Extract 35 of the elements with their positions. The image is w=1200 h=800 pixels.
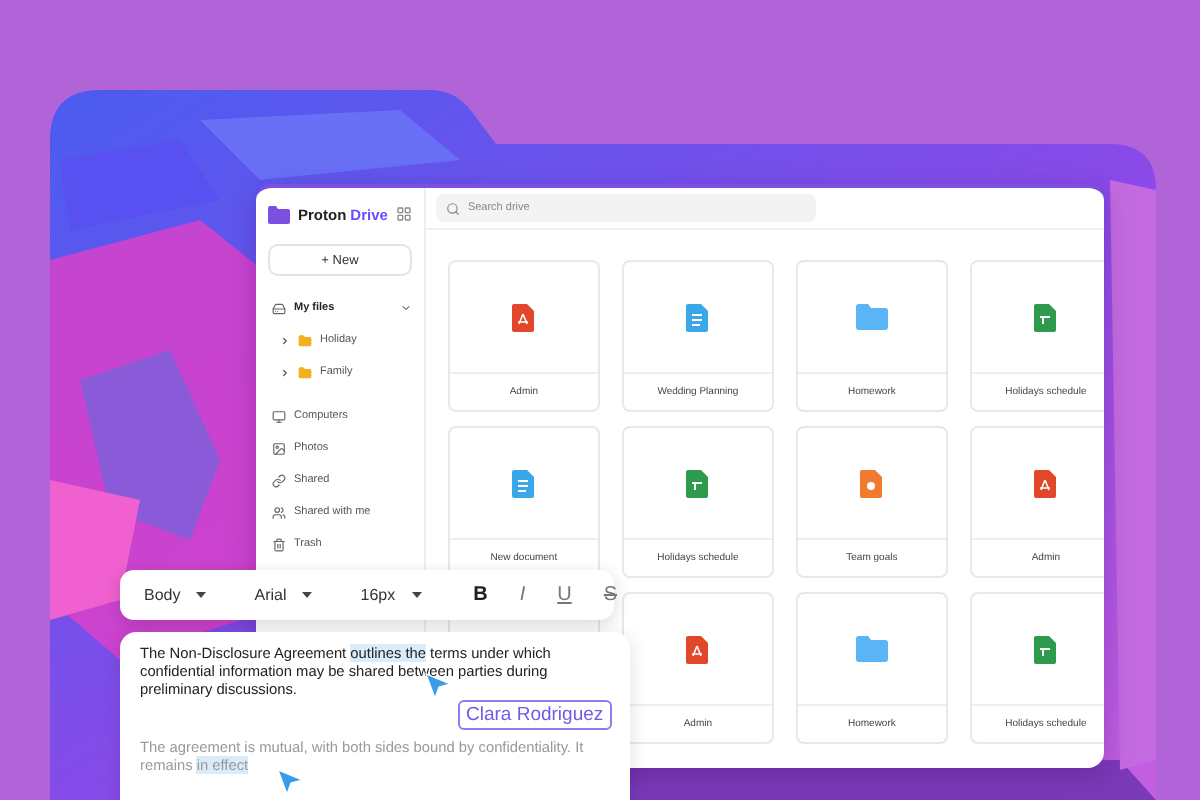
spreadsheet-icon xyxy=(1034,635,1057,663)
document-icon xyxy=(512,469,535,497)
document-icon xyxy=(686,303,709,331)
link-icon xyxy=(272,473,286,487)
folder-icon xyxy=(855,304,888,330)
pdf-file-icon xyxy=(512,303,535,331)
caret-icon xyxy=(196,592,207,598)
pdf-file-icon xyxy=(1034,469,1057,497)
bold-button[interactable]: B xyxy=(461,582,500,608)
style-dropdown[interactable]: Body xyxy=(136,586,215,604)
spreadsheet-icon xyxy=(686,469,709,497)
folder-icon xyxy=(298,333,312,347)
chevron-icon xyxy=(280,335,290,345)
people-icon xyxy=(272,505,286,519)
spreadsheet-icon xyxy=(1034,303,1057,331)
caret-icon xyxy=(399,302,412,314)
caret-icon xyxy=(411,592,422,598)
apps-icon[interactable] xyxy=(395,206,412,222)
chevron-icon xyxy=(280,367,290,377)
presentation-icon xyxy=(860,469,883,497)
collaborator-label: Clara Rodriguez xyxy=(458,700,612,730)
image-icon xyxy=(272,441,286,455)
pdf-file-icon xyxy=(686,635,709,663)
underline-button[interactable]: U xyxy=(545,582,584,608)
caret-icon xyxy=(302,592,313,598)
trash-icon xyxy=(272,537,286,551)
monitor-icon xyxy=(272,409,286,423)
logo-icon xyxy=(268,205,290,223)
style-dropdown[interactable]: Arial xyxy=(246,586,321,604)
search-icon xyxy=(445,201,460,215)
style-dropdown[interactable]: 16px xyxy=(352,586,430,604)
folder-icon xyxy=(298,365,312,379)
drive-icon xyxy=(272,301,286,315)
folder-icon xyxy=(855,636,888,662)
italic-button[interactable]: I xyxy=(507,582,538,608)
